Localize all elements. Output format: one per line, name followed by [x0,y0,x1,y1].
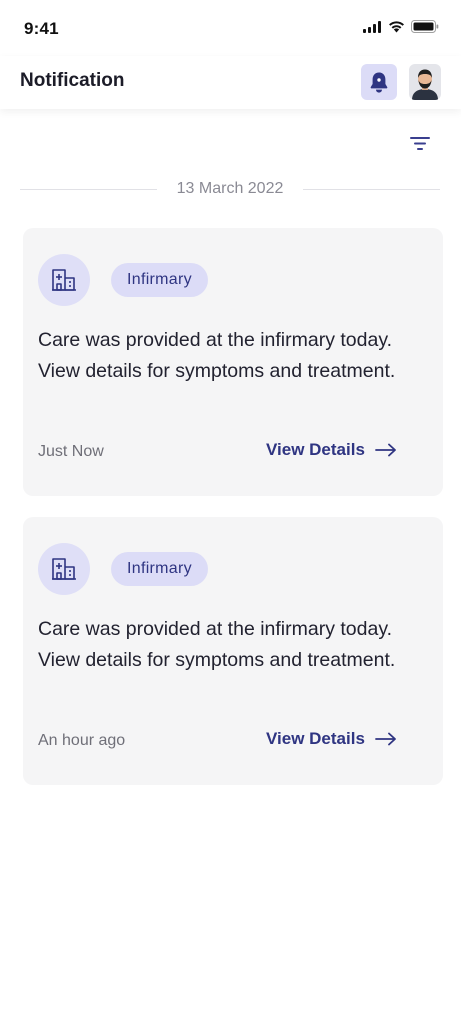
hospital-icon [52,269,76,291]
divider-line-right [303,188,441,190]
avatar-icon [412,69,438,100]
wifi-icon [389,21,404,33]
battery-icon [411,20,439,33]
filter-icon [410,137,430,150]
notification-message: Care was provided at the infirmary today… [38,618,396,671]
notifications-button[interactable] [361,64,397,100]
section-date: 13 March 2022 [176,180,284,197]
notification-time: An hour ago [38,732,126,749]
arrow-right-icon [375,443,396,457]
view-details-label: View Details [266,440,365,459]
notification-message: Care was provided at the infirmary today… [38,329,396,382]
signal-icon [363,20,381,33]
card-icon-badge [38,543,90,595]
status-bar: 9:41 [0,0,461,56]
view-details-button[interactable]: View Details [266,729,397,749]
date-divider: 13 March 2022 [20,177,441,201]
app-bar: Notification [0,56,461,109]
divider-line-left [20,188,157,190]
avatar[interactable] [409,64,441,100]
category-tag: Infirmary [111,263,208,297]
status-time: 9:41 [24,19,59,38]
notification-card[interactable]: Infirmary Care was provided at the infir… [23,228,443,496]
notification-card[interactable]: Infirmary Care was provided at the infir… [23,517,443,785]
page-title: Notification [20,70,125,91]
category-tag: Infirmary [111,552,208,586]
arrow-right-icon [375,732,396,746]
view-details-button[interactable]: View Details [266,440,397,460]
filter-button[interactable] [407,132,433,154]
bell-icon [370,72,388,93]
hospital-icon [52,558,76,580]
status-icons [363,20,439,33]
view-details-label: View Details [266,729,365,748]
notification-time: Just Now [38,443,104,460]
card-icon-badge [38,254,90,306]
